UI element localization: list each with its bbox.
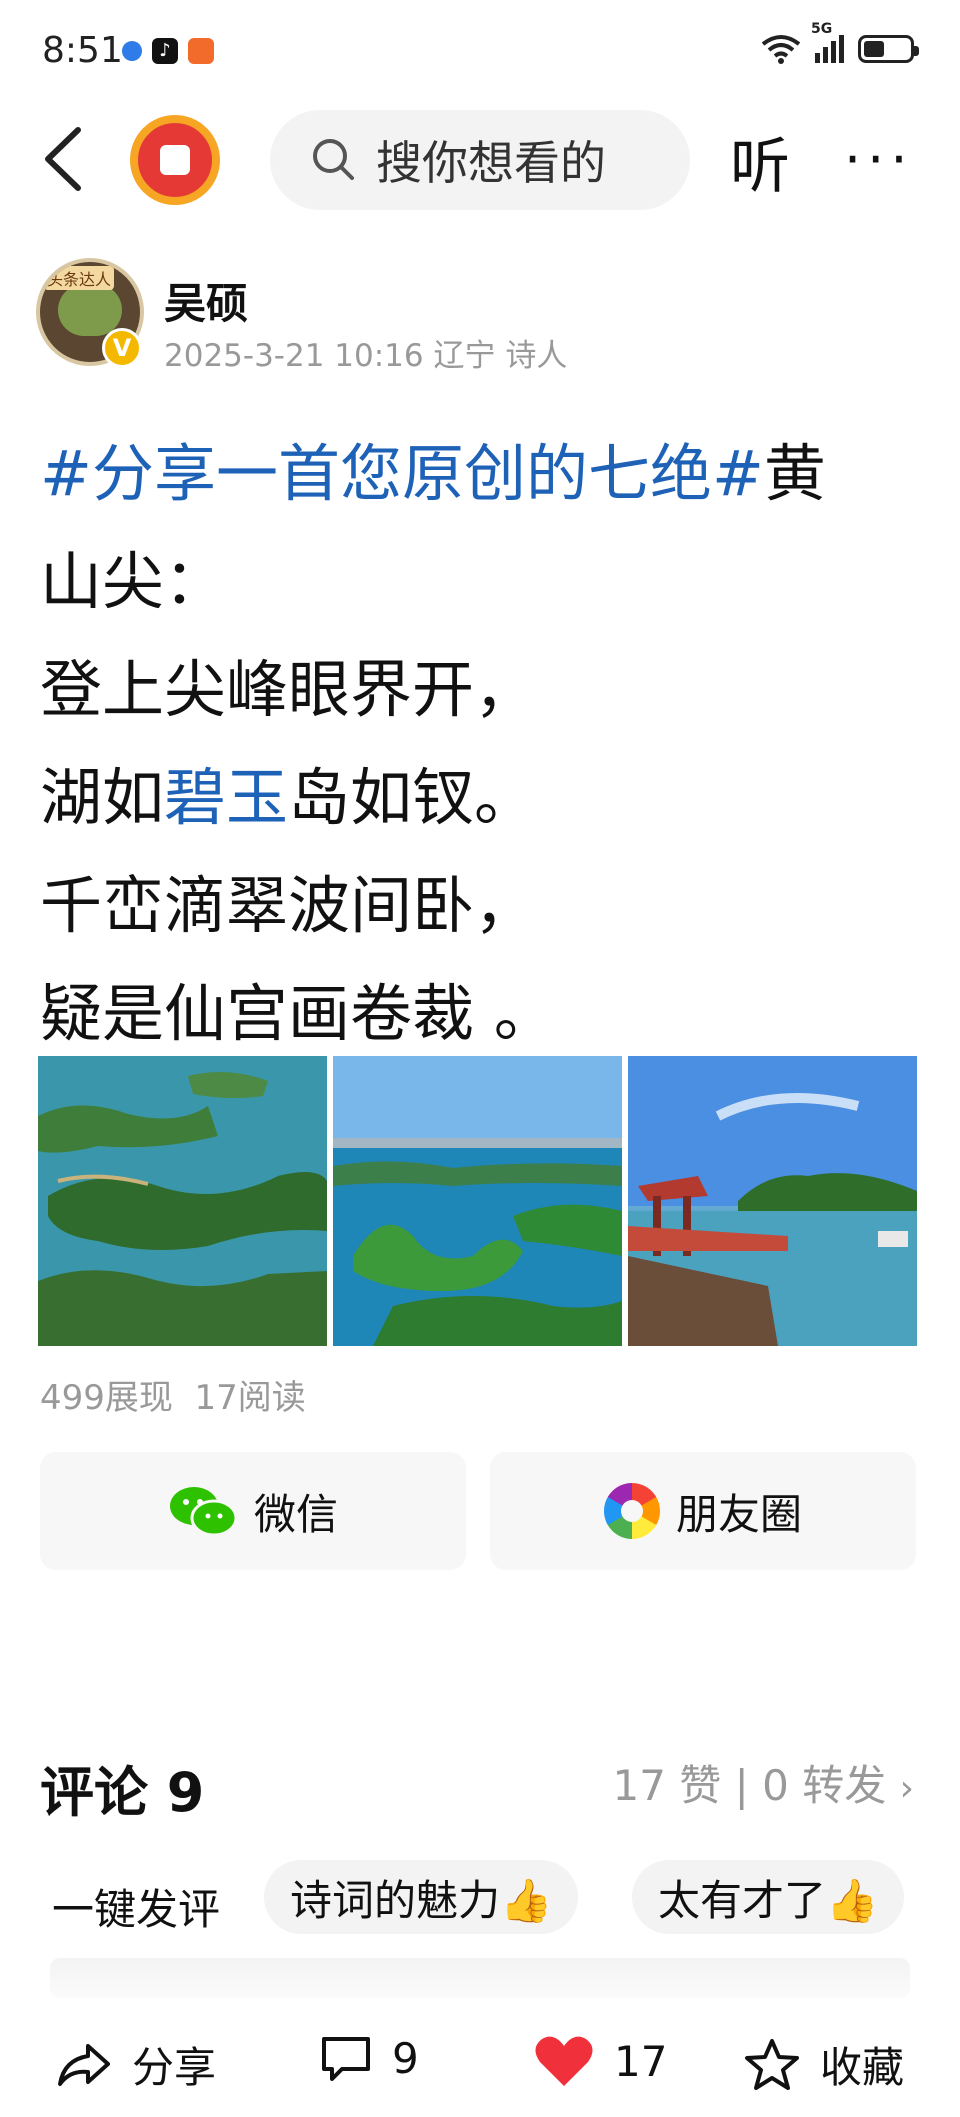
signal-icon: 5G [811, 21, 844, 63]
status-notification-icons: ♪ [122, 38, 214, 64]
quick-comment-label: 一键发评 [52, 1885, 221, 1934]
listen-button[interactable]: 听 [730, 118, 790, 205]
poem-line-2: 湖如碧玉岛如钗。 [40, 761, 537, 834]
avatar-badge-text: 头条达人 [44, 266, 115, 290]
verified-icon: V [102, 328, 142, 368]
comment-input-peek [50, 1958, 910, 1998]
moments-icon [603, 1483, 660, 1539]
share-button[interactable]: 分享 [56, 2034, 216, 2095]
search-placeholder: 搜你想看的 [376, 136, 606, 190]
post-title-line: 山尖： [40, 545, 227, 618]
comments-stats-link[interactable]: 17 赞 | 0 转发 › [613, 1752, 914, 1813]
star-icon [745, 2038, 799, 2090]
share-label: 分享 [132, 2043, 217, 2092]
favorite-button[interactable]: 收藏 [744, 2034, 904, 2095]
post-content: #分享一首您原创的七绝#黄 山尖： 登上尖峰眼界开， 湖如碧玉岛如钗。 千峦滴翠… [40, 420, 920, 1068]
quick-comment-chip[interactable]: 太有才了👍 [632, 1860, 905, 1934]
back-icon[interactable] [40, 124, 84, 194]
like-count: 17 [614, 2036, 668, 2086]
app-notification-icon [188, 38, 214, 64]
post-title-part: 黄 [763, 437, 826, 510]
search-box[interactable]: 搜你想看的 [270, 110, 690, 210]
share-wechat-button[interactable]: 微信 [40, 1452, 466, 1570]
comment-button[interactable]: 9 [320, 2034, 419, 2083]
comment-count: 9 [392, 2034, 419, 2083]
share-moments-label: 朋友圈 [675, 1489, 802, 1539]
search-icon [313, 139, 354, 180]
browser-icon [122, 41, 142, 61]
post-image-1[interactable] [38, 1056, 327, 1346]
poem-line-4: 疑是仙宫画卷裁 。 [40, 977, 556, 1050]
comment-icon [322, 2036, 370, 2081]
status-time: 8:51 [42, 30, 123, 71]
poem-line-1: 登上尖峰眼界开， [40, 653, 537, 726]
like-button[interactable]: 17 [534, 2034, 667, 2088]
battery-icon [858, 35, 919, 63]
share-moments-button[interactable]: 朋友圈 [490, 1452, 916, 1570]
poem-line-3: 千峦滴翠波间卧， [40, 869, 537, 942]
favorite-label: 收藏 [820, 2043, 905, 2092]
heart-icon [535, 2036, 593, 2086]
tiktok-icon: ♪ [152, 38, 178, 64]
chevron-right-icon: › [899, 1768, 914, 1809]
status-system-icons: 5G [761, 21, 919, 64]
likes-reposts-text: 17 赞 | 0 转发 [612, 1761, 887, 1810]
app-logo[interactable] [130, 115, 220, 205]
read-count: 17阅读 [194, 1378, 306, 1418]
network-type: 5G [811, 21, 833, 37]
keyword-link[interactable]: 碧玉 [164, 761, 288, 834]
comments-title: 评论 9 [40, 1761, 205, 1824]
view-count: 499展现 [40, 1378, 173, 1418]
more-button[interactable]: ··· [844, 128, 914, 191]
wechat-icon [169, 1487, 238, 1537]
quick-comment-chip[interactable]: 诗词的魅力👍 [264, 1860, 579, 1934]
author-name[interactable]: 吴硕 [164, 270, 248, 331]
bottom-action-bar: 分享 9 17 收藏 [0, 2000, 960, 2117]
post-stats: 499展现 17阅读 [40, 1370, 306, 1419]
post-meta: 2025-3-21 10:16 辽宁 诗人 [164, 338, 568, 374]
post-image-2[interactable] [333, 1056, 622, 1346]
hashtag-link[interactable]: #分享一首您原创的七绝# [40, 437, 764, 510]
share-wechat-label: 微信 [253, 1489, 338, 1539]
wifi-icon [761, 35, 801, 64]
post-image-3[interactable] [628, 1056, 917, 1346]
share-icon [58, 2043, 110, 2086]
